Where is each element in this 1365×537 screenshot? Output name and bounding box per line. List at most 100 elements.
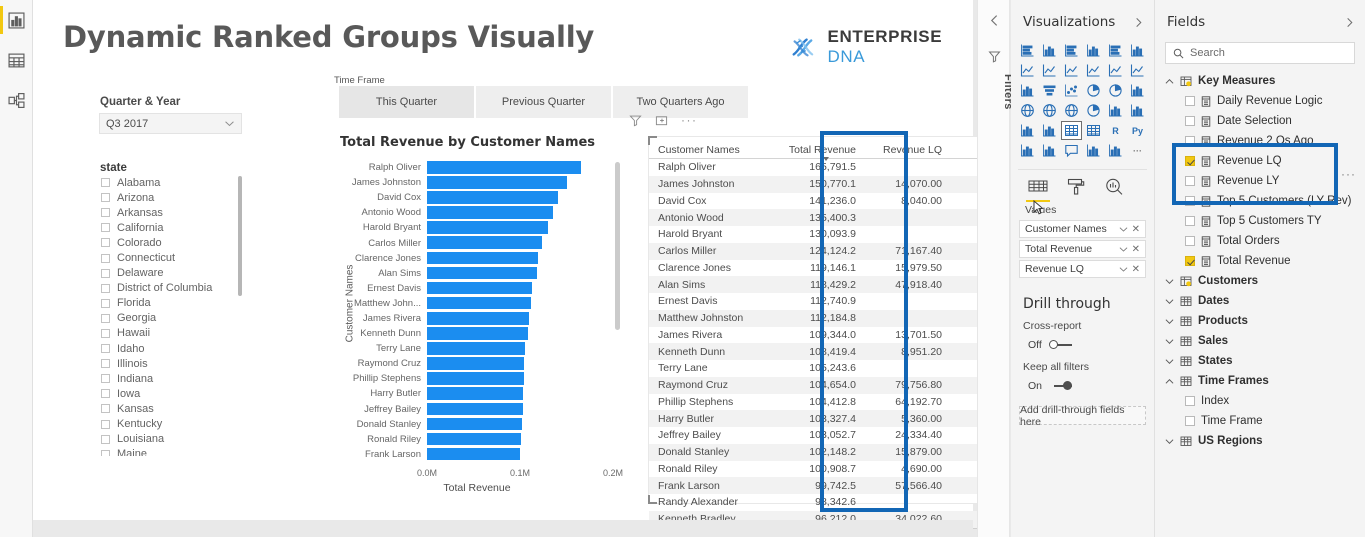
chart-bar[interactable] bbox=[427, 311, 529, 325]
stacked-column-chart-icon[interactable] bbox=[1040, 42, 1059, 59]
gauge-icon[interactable] bbox=[1084, 102, 1103, 119]
field-item-time-frame[interactable]: Time Frame bbox=[1155, 411, 1365, 431]
chart-bar[interactable] bbox=[427, 221, 548, 234]
state-slicer-item[interactable]: Idaho bbox=[99, 341, 247, 356]
chart-bar-row[interactable]: Phillip Stephens bbox=[341, 371, 613, 386]
fields-group-dates[interactable]: Dates bbox=[1155, 291, 1365, 311]
chevron-up-icon[interactable] bbox=[1165, 377, 1174, 386]
fields-group-products[interactable]: Products bbox=[1155, 311, 1365, 331]
chart-bar-row[interactable]: Harold Bryant bbox=[341, 220, 613, 235]
chart-bar-row[interactable]: Antonio Wood bbox=[341, 205, 613, 220]
visual-header-icons[interactable]: ··· bbox=[629, 113, 698, 127]
table-row[interactable]: Frank Larson 99,742.5 57,566.40 bbox=[649, 477, 995, 494]
table-row[interactable]: Phillip Stephens 104,412.8 64,192.70 bbox=[649, 394, 995, 411]
chart-bar[interactable] bbox=[427, 161, 582, 174]
keep-all-filters-toggle-row[interactable]: On bbox=[1011, 373, 1154, 392]
table-row[interactable]: Ronald Riley 100,908.7 4,690.00 bbox=[649, 461, 995, 478]
chart-bar[interactable] bbox=[427, 176, 568, 189]
state-slicer-item[interactable]: Colorado bbox=[99, 235, 247, 250]
cross-report-toggle-row[interactable]: Off bbox=[1011, 332, 1154, 351]
field-item-top-5-customers-ly-rev[interactable]: Top 5 Customers (LY Rev) bbox=[1155, 191, 1365, 211]
chart-bar-row[interactable]: James Rivera bbox=[341, 311, 613, 326]
python-visual-icon[interactable]: Py bbox=[1128, 122, 1147, 139]
smart-narrative-icon[interactable] bbox=[1084, 142, 1103, 159]
table-row[interactable]: Harry Butler 103,327.4 5,360.00 bbox=[649, 410, 995, 427]
state-slicer-item[interactable]: California bbox=[99, 220, 247, 235]
chart-bar[interactable] bbox=[427, 372, 525, 385]
chart-bar-row[interactable]: Frank Larson bbox=[341, 447, 613, 462]
field-item-date-selection[interactable]: Date Selection bbox=[1155, 111, 1365, 131]
field-checkbox[interactable] bbox=[1185, 396, 1195, 406]
donut-chart-icon[interactable] bbox=[1106, 82, 1125, 99]
funnel-chart-icon[interactable] bbox=[1040, 82, 1059, 99]
chevron-down-icon[interactable] bbox=[1119, 265, 1128, 274]
chevron-down-icon[interactable] bbox=[1119, 245, 1128, 254]
field-item-revenue-lq[interactable]: Revenue LQ bbox=[1155, 151, 1365, 171]
chart-bar-row[interactable]: Harry Butler bbox=[341, 386, 613, 401]
state-slicer-item[interactable]: District of Columbia bbox=[99, 281, 247, 296]
chart-scroll-thumb[interactable] bbox=[615, 162, 620, 330]
state-slicer-item[interactable]: Arizona bbox=[99, 190, 247, 205]
state-checkbox[interactable] bbox=[101, 389, 110, 399]
time-frame-button[interactable]: Previous Quarter bbox=[476, 86, 611, 118]
state-checkbox[interactable] bbox=[101, 404, 110, 414]
remove-field-icon[interactable]: ✕ bbox=[1132, 264, 1140, 275]
column-header-total-revenue[interactable]: Total Revenue bbox=[766, 144, 856, 161]
state-slicer-item[interactable]: Arkansas bbox=[99, 205, 247, 220]
field-item-top-5-customers-ty[interactable]: Top 5 Customers TY bbox=[1155, 211, 1365, 231]
multi-row-card-icon[interactable] bbox=[1128, 102, 1147, 119]
state-slicer-item[interactable]: Louisiana bbox=[99, 432, 247, 447]
model-view-button[interactable] bbox=[0, 80, 33, 120]
state-checkbox[interactable] bbox=[101, 359, 110, 369]
stacked-bar-chart-icon[interactable] bbox=[1018, 42, 1037, 59]
state-checkbox[interactable] bbox=[101, 268, 110, 278]
state-slicer-item[interactable]: Illinois bbox=[99, 356, 247, 371]
chart-bar[interactable] bbox=[427, 387, 524, 400]
table-row[interactable]: Ralph Oliver 165,791.5 bbox=[649, 159, 995, 176]
table-row[interactable]: Harold Bryant 130,093.9 bbox=[649, 226, 995, 243]
key-influencers-icon[interactable] bbox=[1018, 142, 1037, 159]
chart-bar[interactable] bbox=[427, 327, 528, 340]
field-checkbox[interactable] bbox=[1185, 156, 1195, 166]
quarter-year-dropdown[interactable]: Q3 2017 bbox=[99, 113, 242, 134]
field-checkbox[interactable] bbox=[1185, 256, 1195, 266]
field-checkbox[interactable] bbox=[1185, 96, 1195, 106]
table-visual[interactable]: Customer Names Total Revenue Revenue LQ … bbox=[648, 136, 996, 537]
field-checkbox[interactable] bbox=[1185, 176, 1195, 186]
state-checkbox[interactable] bbox=[101, 238, 110, 248]
chart-bar-row[interactable]: Carlos Miller bbox=[341, 235, 613, 250]
state-slicer-item[interactable]: Maine bbox=[99, 447, 247, 456]
table-icon[interactable] bbox=[1061, 121, 1082, 140]
fields-tab[interactable] bbox=[1026, 176, 1050, 202]
line-clustered-column-chart-icon[interactable] bbox=[1106, 62, 1125, 79]
table-row[interactable]: Jeffrey Bailey 103,052.7 24,334.40 bbox=[649, 427, 995, 444]
visual-type-gallery[interactable]: R Py ··· bbox=[1011, 40, 1154, 165]
filters-pane-collapsed[interactable]: Filters bbox=[977, 0, 1014, 537]
state-checkbox[interactable] bbox=[101, 344, 110, 354]
line-chart-icon[interactable] bbox=[1018, 62, 1037, 79]
table-row[interactable]: Ernest Davis 112,740.9 bbox=[649, 293, 995, 310]
field-checkbox[interactable] bbox=[1185, 416, 1195, 426]
state-slicer-item[interactable]: Kansas bbox=[99, 401, 247, 416]
treemap-icon[interactable] bbox=[1128, 82, 1147, 99]
chart-bar-row[interactable]: Ernest Davis bbox=[341, 281, 613, 296]
state-slicer-item[interactable]: Georgia bbox=[99, 311, 247, 326]
table-row[interactable]: James Rivera 109,344.0 13,701.50 bbox=[649, 327, 995, 344]
values-well-item[interactable]: Customer Names ✕ bbox=[1019, 220, 1146, 238]
table-row[interactable]: Donald Stanley 102,148.2 15,879.00 bbox=[649, 443, 995, 461]
values-well-item[interactable]: Total Revenue ✕ bbox=[1019, 240, 1146, 258]
fields-group-key-measures[interactable]: Key Measures bbox=[1155, 71, 1365, 91]
area-chart-icon[interactable] bbox=[1040, 62, 1059, 79]
field-checkbox[interactable] bbox=[1185, 136, 1195, 146]
state-slicer-item[interactable]: Indiana bbox=[99, 371, 247, 386]
state-slicer-item[interactable]: Iowa bbox=[99, 386, 247, 401]
values-well-list[interactable]: Customer Names ✕ Total Revenue ✕ Revenue LQ ✕ bbox=[1011, 220, 1154, 278]
card-icon[interactable] bbox=[1106, 102, 1125, 119]
column-header-customer-names[interactable]: Customer Names bbox=[649, 144, 766, 156]
chart-bar[interactable] bbox=[427, 342, 525, 355]
field-item-daily-revenue-logic[interactable]: Daily Revenue Logic bbox=[1155, 91, 1365, 111]
chart-bar[interactable] bbox=[427, 432, 521, 446]
state-checkbox[interactable] bbox=[101, 223, 110, 233]
fields-tree[interactable]: Key Measures Daily Revenue Logic Date Sele… bbox=[1155, 64, 1365, 451]
fields-search-box[interactable]: Search bbox=[1165, 42, 1355, 64]
